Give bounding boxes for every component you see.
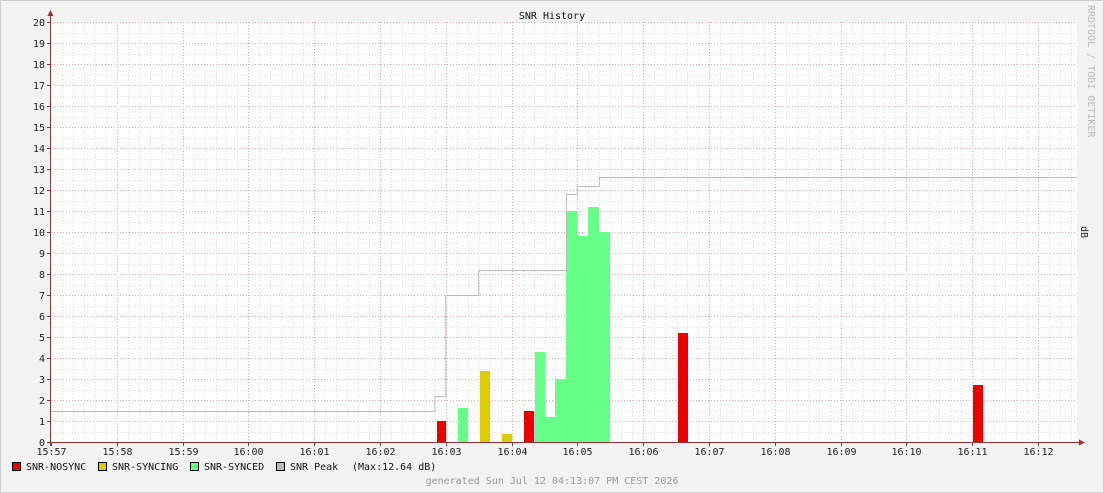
rrdtool-watermark: RRDTOOL / TOBI OETIKER — [1085, 5, 1096, 138]
bar-snr-synced — [566, 211, 577, 442]
y-tick-label: 1 — [39, 417, 45, 428]
legend: SNR-NOSYNC SNR-SYNCING SNR-SYNCED SNR Pe… — [12, 462, 436, 473]
bar-snr-nosync — [524, 411, 534, 442]
bar-snr-synced — [545, 417, 555, 442]
legend-swatch-nosync — [12, 462, 21, 471]
x-tick-label: 15:57 — [36, 447, 66, 458]
x-tick-label: 15:58 — [102, 447, 132, 458]
y-tick-label: 15 — [33, 123, 45, 134]
chart-canvas: 0123456789101112131415161718192015:57 15:… — [0, 0, 1104, 493]
bar-snr-synced — [535, 352, 545, 442]
legend-label-peak: SNR Peak — [290, 462, 338, 473]
x-tick-label: 16:01 — [299, 447, 329, 458]
legend-label-synced: SNR-SYNCED — [204, 462, 264, 473]
y-tick-label: 12 — [33, 186, 45, 197]
x-tick-label: 16:07 — [694, 447, 724, 458]
y-tick-label: 6 — [39, 312, 45, 323]
x-tick-label: 15:59 — [168, 447, 198, 458]
generated-timestamp: generated Sun Jul 12 04:13:07 PM CEST 20… — [426, 476, 679, 487]
y-tick-label: 5 — [39, 333, 45, 344]
y-tick-label: 11 — [33, 207, 45, 218]
x-tick-label: 16:11 — [957, 447, 987, 458]
y-tick-label: 7 — [39, 291, 45, 302]
legend-peak-max-note: (Max:12.64 dB) — [352, 462, 436, 473]
legend-swatch-synced — [190, 462, 199, 471]
x-tick-label: 16:06 — [628, 447, 658, 458]
x-tick-label: 16:10 — [891, 447, 921, 458]
bar-snr-synced — [588, 207, 599, 442]
y-tick-label: 20 — [33, 18, 45, 29]
y-axis-unit-label: dB — [1078, 226, 1089, 238]
x-tick-label: 16:08 — [760, 447, 790, 458]
bar-snr-syncing — [480, 371, 490, 442]
y-tick-label: 16 — [33, 102, 45, 113]
x-tick-label: 16:09 — [826, 447, 856, 458]
y-tick-label: 9 — [39, 249, 45, 260]
bar-snr-synced — [599, 232, 610, 442]
y-tick-label: 4 — [39, 354, 45, 365]
bar-snr-synced — [458, 408, 468, 442]
bar-snr-nosync — [678, 333, 688, 442]
legend-swatch-peak — [276, 462, 285, 471]
legend-label-syncing: SNR-SYNCING — [112, 462, 178, 473]
y-tick-label: 10 — [33, 228, 45, 239]
x-tick-label: 16:02 — [365, 447, 395, 458]
x-tick-label: 16:03 — [431, 447, 461, 458]
y-tick-label: 3 — [39, 375, 45, 386]
snr-history-chart: 0 1 2 3 4 5 6 7 8 9 10 11 12 13 14 15 16 17 18 19 20 15:57 15:… — [0, 0, 1104, 493]
bar-snr-nosync — [437, 421, 446, 442]
y-tick-label: 17 — [33, 81, 45, 92]
bar-snr-synced — [555, 379, 566, 442]
legend-label-nosync: SNR-NOSYNC — [26, 462, 86, 473]
y-tick-label: 13 — [33, 165, 45, 176]
y-tick-label: 14 — [33, 144, 45, 155]
x-tick-label: 16:00 — [233, 447, 263, 458]
bar-snr-syncing — [502, 434, 512, 442]
x-tick-label: 16:05 — [562, 447, 592, 458]
bar-snr-nosync — [973, 385, 983, 442]
bar-snr-synced — [577, 236, 588, 442]
y-tick-label: 8 — [39, 270, 45, 281]
y-tick-label: 19 — [33, 39, 45, 50]
legend-swatch-syncing — [98, 462, 107, 471]
x-tick-label: 16:12 — [1023, 447, 1053, 458]
y-tick-label: 18 — [33, 60, 45, 71]
chart-title: SNR History — [519, 11, 585, 22]
y-tick-label: 2 — [39, 396, 45, 407]
x-tick-label: 16:04 — [497, 447, 527, 458]
